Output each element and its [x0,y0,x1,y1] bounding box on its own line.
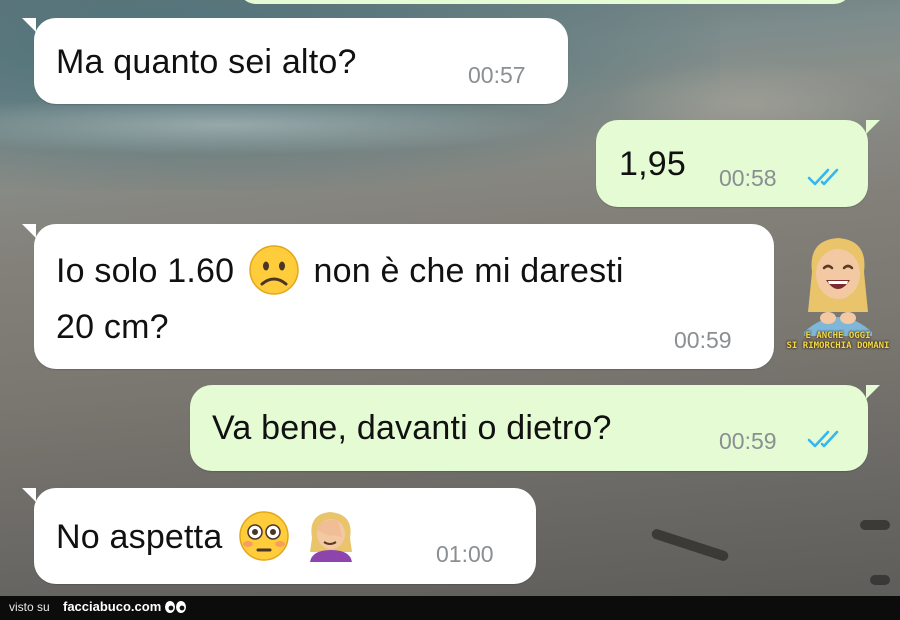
message-text: Va bene, davanti o dietro? [212,409,612,447]
read-double-check-icon [807,430,839,448]
bubble-tail [22,224,36,238]
frowning-face-emoji [249,245,299,295]
eyes-icon [165,601,186,613]
message-text: 1,95 [619,145,686,183]
bubble-tail [866,120,880,134]
message-time: 00:57 [468,62,526,88]
sticker-caption-line: SI RIMORCHIA DOMANI [786,341,890,351]
message-text-part: non è che mi daresti [313,252,624,290]
sticker-caption-line: E ANCHE OGGI [805,331,871,341]
message-time: 00:58 [719,165,777,191]
bubble-tail [22,488,36,502]
sticker-caption: E ANCHE OGGI SI RIMORCHIA DOMANI [786,331,890,351]
message-text: Ma quanto sei alto? [56,43,357,81]
message-text-line: No aspetta [56,511,360,563]
woman-facepalming-emoji [309,512,352,563]
message-text: No aspetta [56,518,223,556]
message-time: 00:59 [719,428,777,454]
flushed-face-emoji [239,511,289,561]
message-text-line-1: Io solo 1.60 non è che mi daresti [56,245,624,296]
bubble-tail [22,18,36,32]
bubble-tail [866,385,880,399]
footer-label: visto su [9,600,50,614]
message-time: 00:59 [674,327,732,353]
footer-brand[interactable]: facciabuco.com [63,599,161,614]
message-time: 01:00 [436,541,494,567]
message-text-line-2: 20 cm? [56,308,169,346]
read-double-check-icon [807,168,839,186]
watermark-footer: visto su facciabuco.com [0,596,900,620]
previous-message-bubble-edge [238,0,852,4]
message-text-part: Io solo 1.60 [56,252,235,290]
